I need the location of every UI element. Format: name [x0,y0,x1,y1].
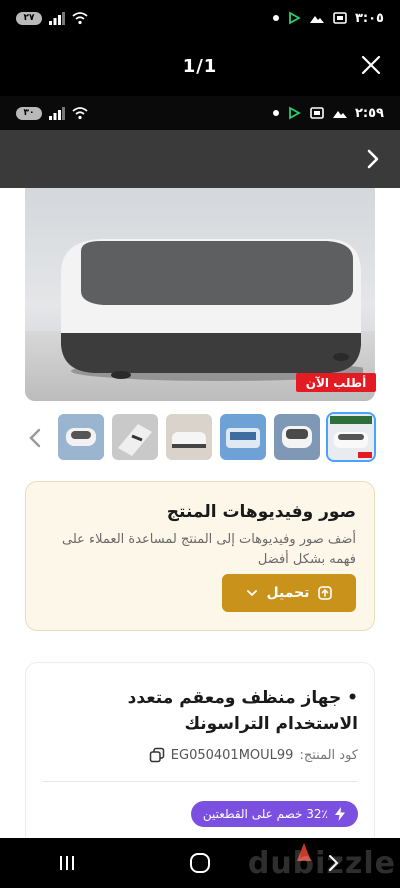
play-icon [289,106,301,120]
home-icon [189,853,210,873]
status-left: ٢٧ [16,11,88,25]
thumbnail[interactable] [220,414,266,460]
upload-button[interactable]: تحميل [222,574,356,612]
order-now-badge[interactable]: أطلب الآن [296,373,376,392]
media-upload-card: صور وفيديوهات المنتج أضف صور وفيديوهات إ… [25,481,375,631]
play-icon [289,11,301,25]
outer-status-bar: ٢٧ ٣:٠٥ [0,0,400,36]
chevron-left-icon[interactable] [26,426,46,450]
viewer-bar: 1/1 [0,36,400,96]
close-icon[interactable] [356,50,386,80]
wifi-icon [72,12,88,25]
recent-apps-icon [59,856,74,870]
signal-icon [49,107,65,120]
notification-dot-icon [272,110,279,116]
upload-button-label: تحميل [266,585,310,601]
discount-text: 32٪ خصم على القطعتين [202,807,328,821]
thumbnail-selected[interactable] [326,412,376,462]
landscape-icon [309,16,324,23]
image-counter: 1/1 [182,55,218,77]
app-header [0,130,400,188]
clock: ٣:٠٥ [354,10,384,26]
thumbnail[interactable] [274,414,320,460]
recent-apps-button[interactable] [47,843,87,883]
screenshot-icon [310,107,324,119]
watermark: dubizzle [247,846,396,881]
product-code-value: EG050401MOUL99 [170,747,294,763]
thumbnail[interactable] [112,414,158,460]
notification-dot-icon [272,15,279,21]
battery-icon: ٣٠ [16,106,42,120]
screenshot-icon [333,12,347,24]
status-right: ٣:٠٥ [272,10,384,26]
chevron-down-icon [246,590,257,597]
copy-icon[interactable] [149,747,165,763]
thumbnail-strip [58,412,378,462]
thumbnail[interactable] [58,414,104,460]
thumbnail[interactable] [166,414,212,460]
inner-status-left: ٣٠ [16,106,88,120]
home-button[interactable] [180,843,220,883]
signal-icon [49,12,65,25]
landscape-icon [332,111,347,118]
screen: ٢٧ ٣:٠٥ 1/1 ٣٠ ٢:٥٩ أطلب الآن صور وفيديو… [0,0,400,888]
clock: ٢:٥٩ [354,105,384,121]
ultrasonic-cleaner-image [61,239,363,381]
chevron-right-icon[interactable] [358,144,388,174]
product-code: كود المنتج: EG050401MOUL99 [149,747,358,763]
wifi-icon [72,107,88,120]
product-code-label: كود المنتج: [299,747,358,763]
lightning-icon [335,807,345,821]
upload-description: أضف صور وفيديوهات إلى المنتج لمساعدة الع… [62,532,356,567]
discount-badge: 32٪ خصم على القطعتين [190,801,358,827]
upload-icon [318,586,333,600]
divider [42,781,358,782]
upload-title: صور وفيديوهات المنتج [166,502,356,522]
inner-status-right: ٢:٥٩ [272,105,384,121]
inner-status-bar: ٣٠ ٢:٥٩ [0,96,400,130]
product-title: • جهاز منظف ومعقم متعدد الاستخدام التراس… [127,688,358,734]
product-image[interactable] [25,188,375,401]
battery-icon: ٢٧ [16,11,42,25]
